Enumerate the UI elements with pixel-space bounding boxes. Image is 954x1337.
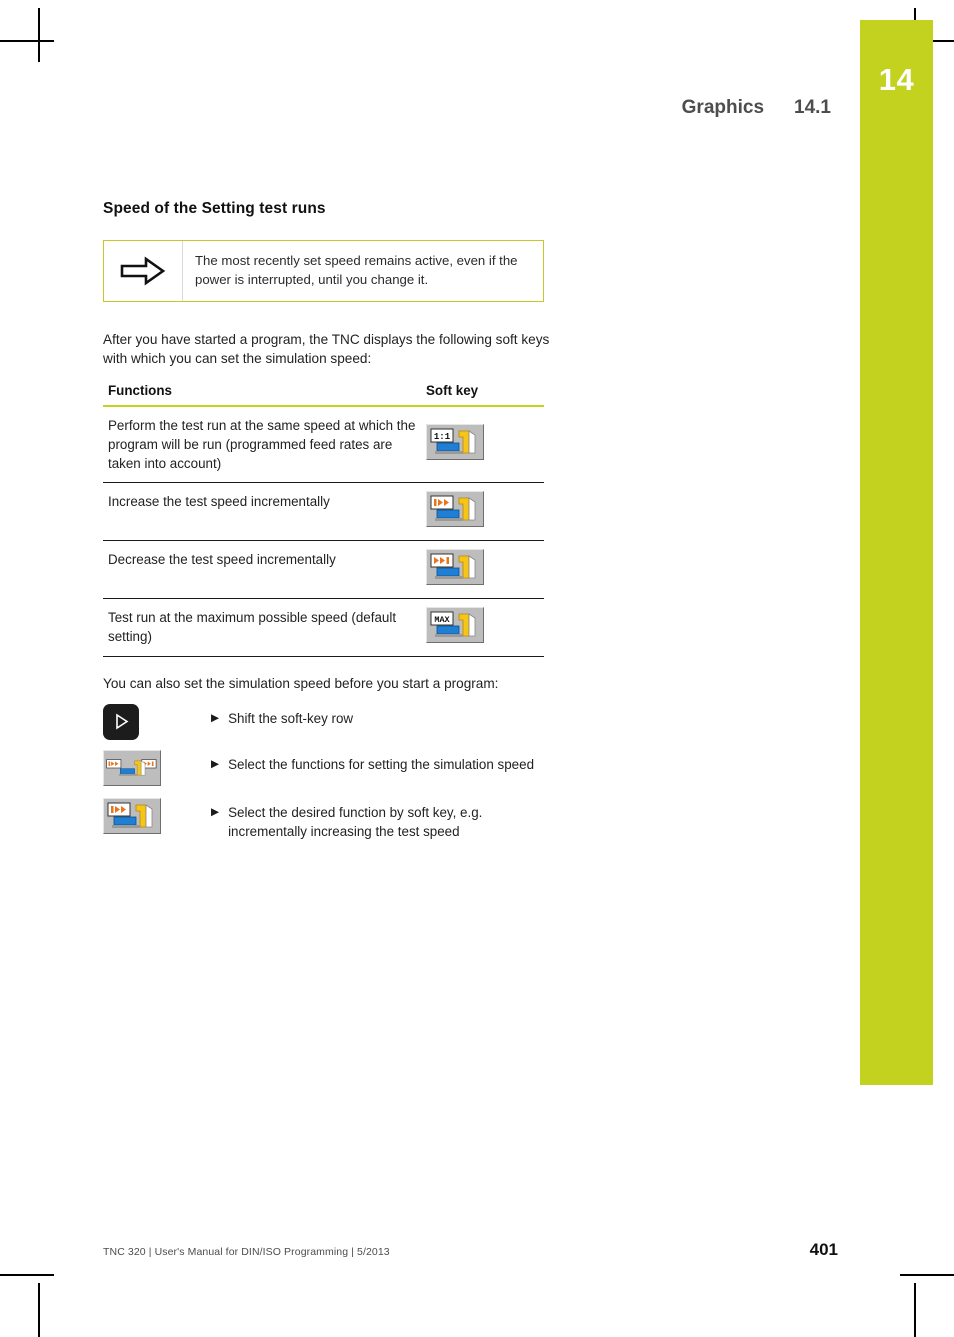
- procedure-key: [103, 748, 211, 791]
- procedure-step-text: Shift the soft-key row: [228, 710, 354, 726]
- note-text: The most recently set speed remains acti…: [195, 253, 518, 287]
- svg-text:1:1: 1:1: [434, 432, 451, 442]
- bullet-triangle-icon: ▶: [211, 757, 220, 770]
- chapter-number: 14: [878, 62, 915, 97]
- procedure-step: ▶ Select the desired function by soft ke…: [103, 796, 553, 841]
- running-head-section: 14.1: [794, 97, 831, 118]
- softkey-speed-1to1-icon[interactable]: 1:1: [426, 423, 484, 460]
- crop-mark-top-left-horizontal: [0, 40, 54, 42]
- page-title: Speed of the Setting test runs: [103, 200, 326, 217]
- page-footer: TNC 320 | User's Manual for DIN/ISO Prog…: [103, 1240, 838, 1260]
- running-head: Graphics 14.1: [682, 97, 831, 119]
- arrow-right-outline-icon: [104, 241, 183, 301]
- crop-mark-bottom-left-vertical: [38, 1283, 40, 1337]
- svg-text:MAX: MAX: [434, 615, 450, 625]
- softkey-speed-functions-icon[interactable]: [103, 749, 161, 786]
- softkey-table: Functions Soft key Perform the test run …: [103, 382, 544, 658]
- procedure-key: [103, 796, 211, 839]
- column-header-softkey: Soft key: [424, 382, 544, 407]
- procedure-step-text-wrap: ▶ Select the desired function by soft ke…: [211, 796, 553, 841]
- procedure-step: ▶ Shift the soft-key row: [103, 702, 553, 740]
- table-cell-softkey: [424, 540, 544, 600]
- page-number: 401: [809, 1240, 838, 1259]
- procedure-step-text: Select the functions for setting the sim…: [228, 756, 535, 772]
- softkey-speed-increase-icon[interactable]: [103, 797, 161, 834]
- bullet-triangle-icon: ▶: [211, 711, 220, 724]
- procedure-step-text-wrap: ▶ Shift the soft-key row: [211, 702, 553, 728]
- intro-paragraph: After you have started a program, the TN…: [103, 332, 550, 367]
- table-cell-function: Test run at the maximum possible speed (…: [103, 598, 424, 658]
- table-header-row: Functions Soft key: [103, 382, 544, 407]
- column-header-functions: Functions: [103, 382, 424, 407]
- softkey-speed-max-icon[interactable]: MAX: [426, 607, 484, 644]
- footer-imprint: TNC 320 | User's Manual for DIN/ISO Prog…: [103, 1246, 390, 1258]
- procedure-step: ▶ Select the functions for setting the s…: [103, 748, 553, 791]
- crop-mark-top-left-vertical: [38, 8, 40, 62]
- procedure-list: ▶ Shift the soft-key row ▶ Select the fu…: [103, 702, 553, 841]
- running-head-title: Graphics: [681, 97, 765, 118]
- procedure-step-text: Select the desired function by soft key,…: [228, 804, 483, 839]
- chapter-tab: 14: [860, 20, 933, 1085]
- procedure-step-text-wrap: ▶ Select the functions for setting the s…: [211, 748, 553, 774]
- table-cell-softkey: 1:1: [424, 405, 544, 483]
- table-cell-softkey: [424, 482, 544, 542]
- table-row: Increase the test speed incrementally: [103, 482, 544, 542]
- crop-mark-bottom-right-vertical: [914, 1283, 916, 1337]
- bullet-triangle-icon: ▶: [211, 805, 220, 818]
- table-cell-function: Increase the test speed incrementally: [103, 482, 424, 542]
- procedure-key: [103, 702, 211, 740]
- softkey-speed-increase-icon[interactable]: [426, 490, 484, 527]
- crop-mark-bottom-right-horizontal: [900, 1274, 954, 1276]
- table-cell-function: Perform the test run at the same speed a…: [103, 405, 424, 483]
- crop-mark-bottom-left-horizontal: [0, 1274, 54, 1276]
- table-cell-function: Decrease the test speed incrementally: [103, 540, 424, 600]
- softkey-speed-decrease-icon[interactable]: [426, 549, 484, 585]
- shift-softkey-row-icon[interactable]: [103, 703, 139, 740]
- pre-procedure-paragraph: You can also set the simulation speed be…: [103, 676, 499, 692]
- note-box: The most recently set speed remains acti…: [103, 240, 544, 302]
- table-cell-softkey: MAX: [424, 598, 544, 658]
- table-row: Decrease the test speed incrementally: [103, 540, 544, 600]
- page-content: Speed of the Setting test runs The most …: [103, 200, 553, 845]
- table-row: Perform the test run at the same speed a…: [103, 405, 544, 483]
- table-row: Test run at the maximum possible speed (…: [103, 598, 544, 658]
